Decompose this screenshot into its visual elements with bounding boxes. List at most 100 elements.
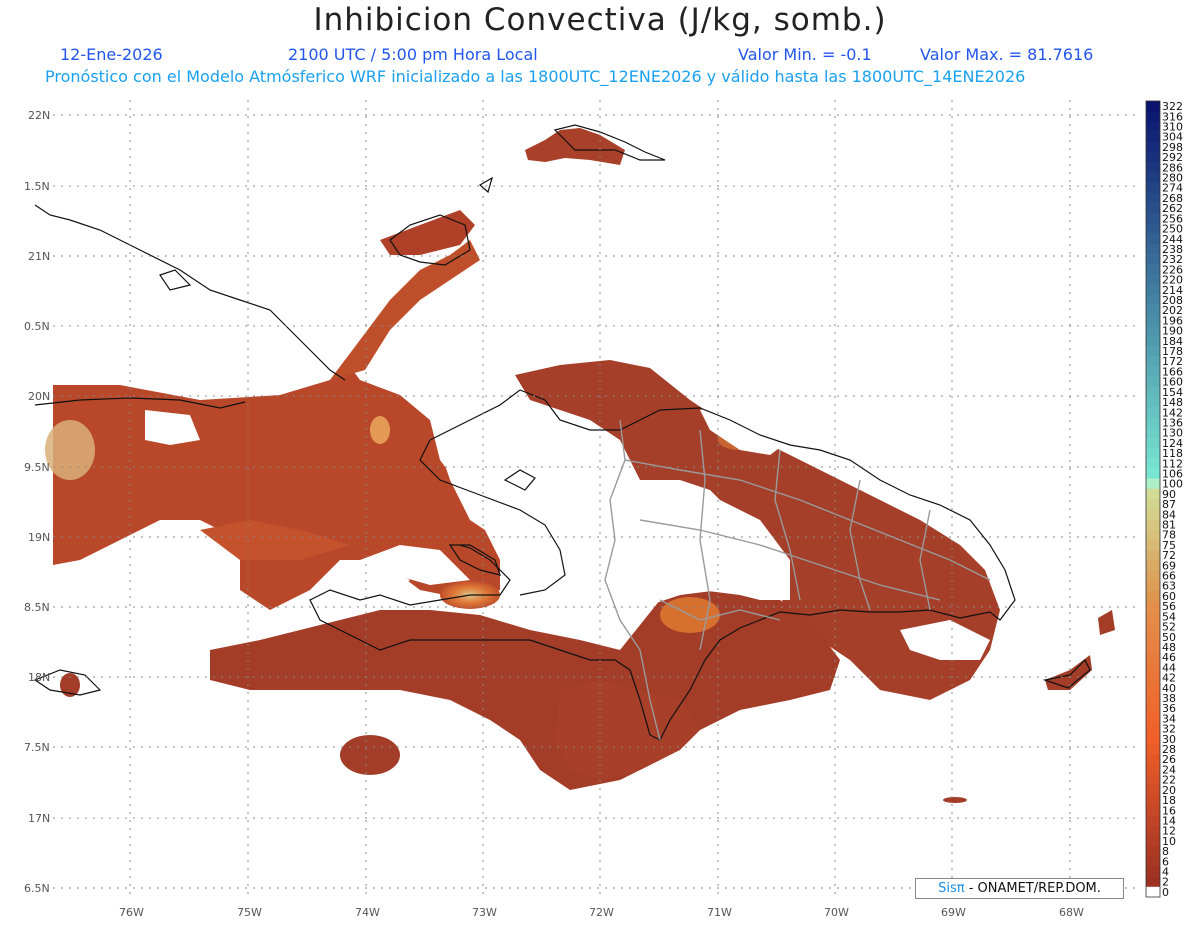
lon-labels: 76W 75W 74W 73W 72W 71W 70W 69W 68W [119,906,1084,919]
colorbar-swatch [1146,223,1160,234]
lon-label: 71W [707,906,732,919]
colorbar-swatch [1146,692,1160,704]
cin-hotspot-west [45,420,95,480]
lon-label: 74W [355,906,380,919]
colorbar-swatch [1146,743,1160,755]
colorbar-swatch [1146,856,1160,867]
colorbar-label: 0 [1162,886,1169,899]
colorbar: 3223163103042982922862802742682622562502… [1145,100,1183,899]
colorbar-swatch [1146,468,1160,479]
colorbar-swatch [1146,539,1160,551]
colorbar-swatch [1146,815,1160,826]
lat-label: 1.5N [24,180,50,193]
colorbar-swatch [1146,172,1160,183]
colorbar-swatch [1146,519,1160,530]
lon-label: 76W [119,906,144,919]
colorbar-swatch [1146,233,1160,245]
colorbar-swatch [1146,835,1160,847]
colorbar-swatch [1146,213,1160,224]
colorbar-swatch [1146,152,1160,163]
colorbar-swatch [1146,254,1160,265]
colorbar-swatch [1146,703,1160,714]
colorbar-swatch [1146,345,1160,357]
credit-text: - ONAMET/REP.DOM. [964,881,1101,896]
colorbar-swatch [1146,866,1160,877]
colorbar-swatch [1146,396,1160,408]
colorbar-swatch [1146,131,1160,143]
lon-label: 68W [1059,906,1084,919]
colorbar-swatch [1146,111,1160,122]
colorbar-swatch [1146,356,1160,367]
colorbar-swatch [1146,825,1160,837]
lat-label: 8.5N [24,601,50,614]
colorbar-swatch [1146,652,1160,663]
colorbar-swatch [1146,570,1160,581]
colorbar-swatch [1146,601,1160,612]
colorbar-swatch [1146,550,1160,561]
colorbar-swatch [1146,437,1160,449]
colorbar-swatch [1146,509,1160,520]
colorbar-swatch [1146,407,1160,418]
colorbar-swatch [1146,366,1160,377]
colorbar-swatch [1146,447,1160,459]
lon-label: 69W [941,906,966,919]
lat-label: 19N [28,531,50,544]
colorbar-swatch [1146,621,1160,632]
lat-label: 17N [28,812,50,825]
lon-label: 72W [589,906,614,919]
colorbar-swatch [1146,529,1160,541]
colorbar-swatch [1146,203,1160,214]
colorbar-swatch [1146,141,1160,153]
colorbar-swatch [1146,315,1160,326]
colorbar-swatch [1146,427,1160,439]
colorbar-swatch [1146,886,1160,898]
cin-hotspot-plume [370,416,390,444]
lon-label: 73W [472,906,497,919]
colorbar-swatch [1146,386,1160,398]
colorbar-swatch [1146,101,1160,112]
colorbar-swatch [1146,162,1160,173]
colorbar-swatch [1146,723,1160,735]
colorbar-swatch [1146,243,1160,255]
colorbar-swatch [1146,182,1160,194]
credit-box: Sisπ - ONAMET/REP.DOM. [915,878,1124,899]
colorbar-swatch [1146,376,1160,388]
colorbar-swatch [1146,325,1160,337]
colorbar-swatch [1146,794,1160,806]
colorbar-swatch [1146,672,1160,683]
colorbar-swatch [1146,611,1160,622]
colorbar-swatch [1146,764,1160,775]
colorbar-swatch [1146,641,1160,653]
colorbar-swatch [1146,845,1160,857]
colorbar-swatch [1146,478,1160,490]
lat-label: 20N [28,390,50,403]
map-canvas: 22N 1.5N 21N 0.5N 20N 9.5N 19N 8.5N 18N … [24,100,1183,919]
colorbar-swatch [1146,458,1160,469]
lat-label: 6.5N [24,882,50,895]
colorbar-swatch [1146,305,1160,316]
colorbar-swatch [1146,590,1160,602]
colorbar-swatch [1146,580,1160,592]
colorbar-swatch [1146,192,1160,204]
colorbar-swatch [1146,335,1160,347]
colorbar-swatch [1146,488,1160,500]
lon-label: 70W [824,906,849,919]
colorbar-swatch [1146,662,1160,673]
colorbar-swatch [1146,264,1160,275]
colorbar-swatch [1146,499,1160,510]
colorbar-swatch [1146,560,1160,571]
colorbar-swatch [1146,682,1160,694]
lat-label: 7.5N [24,741,50,754]
lat-label: 22N [28,109,50,122]
colorbar-swatch [1146,274,1160,285]
colorbar-swatch [1146,284,1160,296]
colorbar-swatch [1146,774,1160,786]
colorbar-swatch [1146,713,1160,724]
lat-label: 18N [28,671,50,684]
colorbar-swatch [1146,631,1160,643]
cin-blob-southeast [943,797,967,803]
lat-label: 0.5N [24,320,50,333]
lat-label: 9.5N [24,461,50,474]
cin-blob-jamaica-south [340,735,400,775]
colorbar-swatch [1146,805,1160,816]
